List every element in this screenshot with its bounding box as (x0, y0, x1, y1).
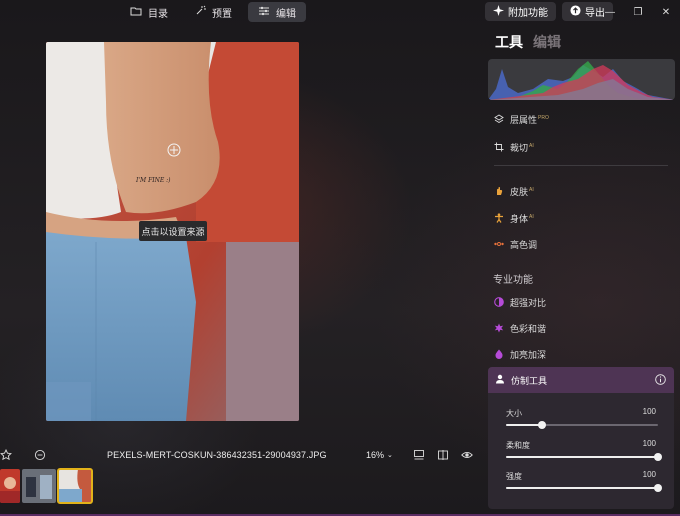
sparkle-star-icon (493, 4, 504, 19)
tool-body-label: 身体 (510, 214, 529, 224)
tool-layer-properties-label: 层属性 (510, 115, 538, 125)
tool-skin[interactable]: 皮肤AI (494, 185, 534, 198)
zoom-select[interactable]: 16% ⌄ (366, 446, 393, 464)
size-slider[interactable] (506, 421, 658, 429)
tool-body[interactable]: 身体AI (494, 212, 534, 225)
maximize-icon[interactable]: ❐ (624, 4, 652, 20)
size-slider-knob[interactable] (538, 421, 547, 429)
reject-icon[interactable] (34, 446, 46, 464)
header-actions: 附加功能 导出 (485, 2, 613, 21)
ai-badge: AI (529, 214, 534, 220)
strength-slider-fill (506, 487, 658, 489)
histogram (488, 59, 675, 100)
filmstrip-toolbar: PEXELS-MERT-COSKUN-386432351-29004937.JP… (0, 446, 480, 464)
size-slider-label: 大小 (506, 409, 522, 418)
layers-icon (494, 113, 504, 126)
sliders-icon (258, 5, 270, 20)
drop-icon (494, 349, 504, 361)
sparkle-icon (194, 5, 206, 20)
stamp-icon (495, 374, 505, 386)
strength-slider-value: 100 (642, 470, 656, 479)
softness-slider-value: 100 (642, 439, 656, 448)
tab-edits[interactable]: 编辑 (533, 32, 561, 52)
tattoo-text: I'M FINE :) (135, 177, 171, 184)
tool-skin-label: 皮肤 (510, 187, 529, 197)
pro-badge: PRO (538, 115, 549, 121)
crop-icon (494, 142, 504, 154)
filmstrip (0, 468, 93, 505)
tool-dodge-burn[interactable]: 加亮加深 (494, 348, 546, 361)
tab-presets-label: 预置 (212, 8, 232, 20)
hand-icon (494, 186, 504, 198)
panel-divider (494, 165, 668, 166)
star-icon[interactable] (0, 446, 12, 464)
softness-slider[interactable] (506, 453, 662, 461)
contrast-icon (494, 296, 504, 309)
clone-tool-title: 仿制工具 (511, 375, 548, 386)
thumbnail-selected[interactable] (57, 468, 93, 504)
panel-tabs: 工具 编辑 (495, 32, 561, 52)
strength-slider-label: 强度 (506, 472, 522, 481)
tool-crop[interactable]: 裁切AI (494, 141, 534, 154)
display-mode-icon[interactable] (413, 446, 425, 464)
pro-section-title: 专业功能 (493, 275, 533, 286)
folder-icon (130, 5, 142, 20)
tab-edit-label: 编辑 (276, 8, 296, 20)
eye-icon[interactable] (461, 446, 473, 464)
export-icon (570, 4, 581, 19)
tab-edit[interactable]: 编辑 (248, 2, 306, 22)
set-source-tooltip: 点击以设置来源 (139, 221, 207, 241)
tool-color-harmony[interactable]: 色彩和谐 (494, 322, 546, 335)
tab-catalog[interactable]: 目录 (120, 2, 178, 22)
strength-slider[interactable] (506, 484, 662, 492)
ai-badge: AI (529, 143, 534, 149)
mode-tabs: 目录 预置 编辑 (120, 2, 306, 22)
flower-icon (494, 323, 504, 335)
minimize-icon[interactable]: — (596, 4, 624, 20)
body-icon (494, 212, 504, 225)
window-controls: — ❐ ✕ (596, 4, 680, 20)
ai-badge: AI (529, 187, 534, 193)
tool-layer-properties[interactable]: 层属性PRO (494, 113, 549, 126)
thumbnail[interactable] (0, 469, 20, 503)
close-icon[interactable]: ✕ (652, 4, 680, 20)
tool-crop-label: 裁切 (510, 143, 529, 153)
strength-slider-knob[interactable] (654, 484, 662, 492)
tool-dodge-burn-label: 加亮加深 (510, 350, 547, 360)
tool-high-key-label: 高色调 (510, 240, 538, 250)
tab-tools[interactable]: 工具 (495, 32, 523, 52)
chevron-down-icon: ⌄ (387, 452, 393, 459)
softness-slider-fill (506, 456, 658, 458)
addons-button[interactable]: 附加功能 (485, 2, 556, 21)
clone-tool-panel: 仿制工具 大小 100 柔和度 100 强度 100 (488, 367, 674, 509)
clone-tool-header[interactable]: 仿制工具 (488, 367, 674, 393)
tool-high-key[interactable]: 高色调 (494, 238, 537, 251)
tab-catalog-label: 目录 (148, 8, 168, 20)
tool-color-harmony-label: 色彩和谐 (510, 324, 547, 334)
thumbnail[interactable] (22, 469, 56, 503)
right-panel: 工具 编辑 层属性PRO 裁切AI 皮肤AI 身体AI 高色调 专业功能 超强对… (482, 24, 680, 512)
size-slider-value: 100 (642, 407, 656, 416)
tool-super-contrast[interactable]: 超强对比 (494, 296, 546, 309)
file-name: PEXELS-MERT-COSKUN-386432351-29004937.JP… (107, 450, 327, 460)
tab-presets[interactable]: 预置 (184, 2, 242, 22)
addons-label: 附加功能 (508, 8, 548, 19)
compare-icon[interactable] (437, 446, 449, 464)
tool-super-contrast-label: 超强对比 (510, 298, 547, 308)
zoom-value: 16% (366, 450, 385, 460)
info-icon[interactable] (655, 374, 666, 385)
size-slider-fill (506, 424, 543, 426)
dots-icon (494, 239, 504, 251)
softness-slider-label: 柔和度 (506, 441, 530, 450)
softness-slider-knob[interactable] (654, 453, 662, 461)
clone-source-cursor-icon (167, 143, 181, 157)
